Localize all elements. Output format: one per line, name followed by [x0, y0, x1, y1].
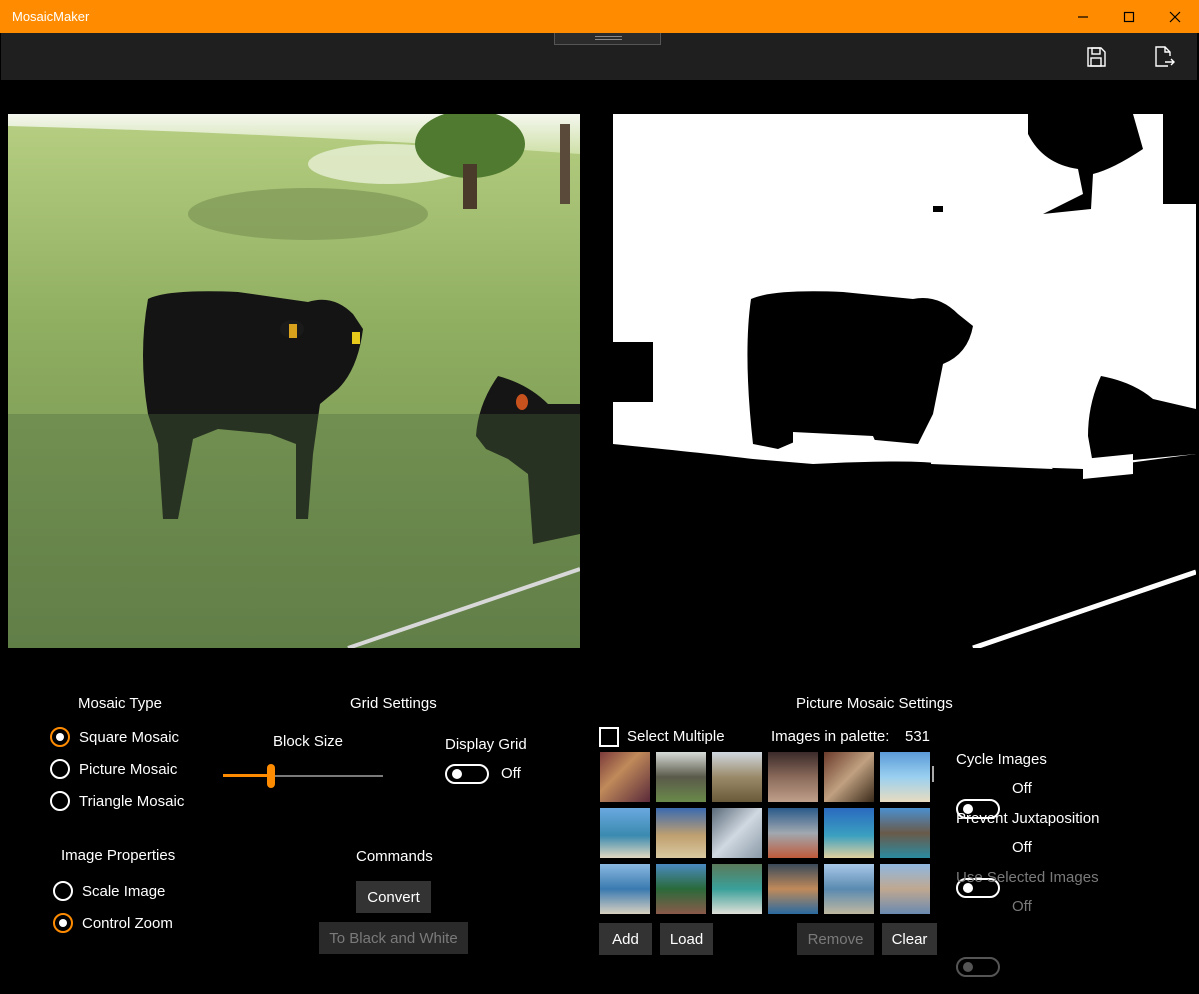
- save-icon: [1087, 47, 1106, 67]
- cycle-images-label: Cycle Images: [956, 751, 1047, 768]
- radio-control-zoom[interactable]: Control Zoom: [53, 913, 173, 933]
- palette-thumbnail[interactable]: [824, 864, 874, 914]
- palette-thumbnail[interactable]: [768, 864, 818, 914]
- export-button[interactable]: [1152, 44, 1176, 70]
- radio-label: Control Zoom: [82, 914, 173, 932]
- palette-thumbnail[interactable]: [824, 752, 874, 802]
- clear-button[interactable]: Clear: [882, 923, 937, 955]
- palette-thumbnail[interactable]: [880, 752, 930, 802]
- block-size-label: Block Size: [273, 733, 344, 750]
- palette-thumbnail[interactable]: [768, 808, 818, 858]
- picture-mosaic-settings-heading: Picture Mosaic Settings: [796, 695, 953, 712]
- maximize-icon: [1123, 11, 1135, 22]
- palette-thumbnail[interactable]: [824, 808, 874, 858]
- radio-picture-mosaic[interactable]: Picture Mosaic: [50, 759, 177, 779]
- use-selected-images-label: Use Selected Images: [956, 869, 1099, 886]
- display-grid-toggle[interactable]: [445, 764, 489, 784]
- radio-scale-image[interactable]: Scale Image: [53, 881, 165, 901]
- radio-indicator: [53, 913, 73, 933]
- palette-thumbnail[interactable]: [768, 752, 818, 802]
- source-image: [8, 114, 580, 648]
- prevent-juxtaposition-label: Prevent Juxtaposition: [956, 810, 1100, 827]
- radio-indicator: [50, 727, 70, 747]
- select-multiple-checkbox[interactable]: [599, 727, 619, 747]
- converted-image: [613, 114, 1196, 648]
- palette-thumbnail[interactable]: [600, 808, 650, 858]
- use-selected-images-state: Off: [1012, 898, 1032, 915]
- cycle-images-state: Off: [1012, 780, 1032, 797]
- palette-count-label: Images in palette:: [771, 728, 890, 745]
- radio-triangle-mosaic[interactable]: Triangle Mosaic: [50, 791, 184, 811]
- use-selected-images-toggle[interactable]: [956, 957, 1000, 977]
- palette-thumbnail[interactable]: [712, 864, 762, 914]
- close-button[interactable]: [1152, 0, 1198, 33]
- palette-thumbnail[interactable]: [656, 808, 706, 858]
- grid-settings-heading: Grid Settings: [350, 695, 437, 712]
- radio-indicator: [50, 791, 70, 811]
- app-title: MosaicMaker: [12, 9, 90, 24]
- convert-button[interactable]: Convert: [356, 881, 431, 913]
- load-button[interactable]: Load: [660, 923, 713, 955]
- radio-label: Picture Mosaic: [79, 760, 178, 778]
- palette-thumbnail[interactable]: [656, 864, 706, 914]
- radio-label: Scale Image: [82, 882, 166, 900]
- palette-thumbnail[interactable]: [712, 752, 762, 802]
- add-button[interactable]: Add: [599, 923, 652, 955]
- export-icon: [1155, 46, 1175, 67]
- palette-scrollbar[interactable]: [932, 766, 934, 782]
- display-grid-label: Display Grid: [445, 736, 527, 753]
- remove-button[interactable]: Remove: [797, 923, 874, 955]
- radio-indicator: [50, 759, 70, 779]
- palette-thumbnail[interactable]: [656, 752, 706, 802]
- maximize-button[interactable]: [1106, 0, 1152, 33]
- block-size-slider-fill: [223, 774, 271, 777]
- radio-square-mosaic[interactable]: Square Mosaic: [50, 727, 179, 747]
- close-icon: [1169, 11, 1181, 22]
- palette-thumbnail[interactable]: [880, 864, 930, 914]
- radio-label: Square Mosaic: [79, 728, 180, 746]
- to-black-and-white-button[interactable]: To Black and White: [319, 922, 468, 954]
- palette-count-value: 531: [905, 728, 931, 745]
- radio-indicator: [53, 881, 73, 901]
- prevent-juxtaposition-state: Off: [1012, 839, 1032, 856]
- image-properties-heading: Image Properties: [61, 847, 176, 864]
- minimize-button[interactable]: [1060, 0, 1106, 33]
- display-grid-state: Off: [501, 765, 521, 782]
- palette-thumbnail[interactable]: [600, 864, 650, 914]
- command-bar-grip[interactable]: [554, 33, 661, 45]
- block-size-slider-thumb[interactable]: [267, 764, 275, 788]
- palette-thumbnail[interactable]: [712, 808, 762, 858]
- mosaic-type-heading: Mosaic Type: [78, 695, 162, 712]
- palette-thumbnail[interactable]: [600, 752, 650, 802]
- radio-label: Triangle Mosaic: [79, 792, 185, 810]
- select-multiple-label: Select Multiple: [627, 728, 725, 745]
- title-bar: [0, 0, 1199, 33]
- commands-heading: Commands: [356, 848, 433, 865]
- minimize-icon: [1078, 15, 1088, 18]
- palette-thumbnail[interactable]: [880, 808, 930, 858]
- save-button[interactable]: [1084, 44, 1108, 70]
